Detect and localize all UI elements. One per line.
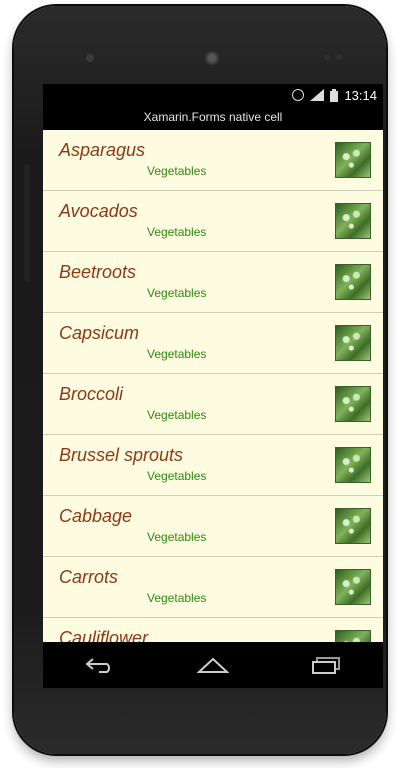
item-thumbnail-image bbox=[335, 264, 371, 300]
recent-apps-icon bbox=[312, 657, 341, 674]
item-thumbnail-image bbox=[335, 142, 371, 178]
earpiece-speaker bbox=[204, 50, 220, 66]
item-category: Vegetables bbox=[147, 286, 207, 300]
signal-icon bbox=[310, 89, 325, 101]
item-thumbnail-image bbox=[335, 325, 371, 361]
item-thumbnail-image bbox=[335, 203, 371, 239]
item-category: Vegetables bbox=[147, 164, 207, 178]
item-category: Vegetables bbox=[147, 347, 207, 361]
home-button[interactable] bbox=[190, 650, 236, 680]
volume-button bbox=[24, 164, 30, 282]
phone-frame: 13:14 Xamarin.Forms native cell Asparagu… bbox=[14, 6, 386, 754]
screen: 13:14 Xamarin.Forms native cell Asparagu… bbox=[43, 84, 383, 688]
list-item[interactable]: Beetroots Vegetables bbox=[43, 252, 383, 313]
navigation-bar bbox=[43, 642, 383, 688]
item-name: Beetroots bbox=[59, 262, 137, 282]
item-name: Brussel sprouts bbox=[59, 445, 184, 465]
proximity-sensor bbox=[324, 54, 330, 60]
item-thumbnail-image bbox=[335, 630, 371, 642]
item-category: Vegetables bbox=[147, 408, 207, 422]
home-icon bbox=[196, 657, 229, 673]
item-thumbnail-image bbox=[335, 447, 371, 483]
item-name: Cauliflower bbox=[59, 628, 149, 642]
list-item[interactable]: Avocados Vegetables bbox=[43, 191, 383, 252]
item-name: Cabbage bbox=[59, 506, 133, 526]
item-thumbnail-image bbox=[335, 508, 371, 544]
list-item[interactable]: Asparagus Vegetables bbox=[43, 130, 383, 191]
item-name: Capsicum bbox=[59, 323, 140, 343]
item-category: Vegetables bbox=[147, 530, 207, 544]
alarm-icon bbox=[292, 89, 305, 101]
item-name: Carrots bbox=[59, 567, 119, 587]
vegetable-list[interactable]: Asparagus Vegetables Avocados Vegetables… bbox=[43, 130, 383, 642]
battery-icon bbox=[330, 88, 339, 102]
list-item[interactable]: Brussel sprouts Vegetables bbox=[43, 435, 383, 496]
list-item[interactable]: Carrots Vegetables bbox=[43, 557, 383, 618]
item-thumbnail-image bbox=[335, 386, 371, 422]
app-title: Xamarin.Forms native cell bbox=[143, 110, 283, 124]
item-thumbnail-image bbox=[335, 569, 371, 605]
item-name: Avocados bbox=[59, 201, 138, 221]
back-button[interactable] bbox=[77, 650, 123, 680]
item-name: Asparagus bbox=[59, 140, 146, 160]
list-item[interactable]: Cabbage Vegetables bbox=[43, 496, 383, 557]
item-category: Vegetables bbox=[147, 591, 207, 605]
recent-apps-button[interactable] bbox=[303, 650, 349, 680]
list-item[interactable]: Broccoli Vegetables bbox=[43, 374, 383, 435]
item-name: Broccoli bbox=[59, 384, 124, 404]
list-item[interactable]: Capsicum Vegetables bbox=[43, 313, 383, 374]
item-category: Vegetables bbox=[147, 469, 207, 483]
front-camera bbox=[86, 54, 94, 62]
back-icon bbox=[85, 658, 110, 673]
status-time: 13:14 bbox=[344, 87, 377, 103]
item-category: Vegetables bbox=[147, 225, 207, 239]
light-sensor bbox=[336, 54, 342, 60]
status-bar: 13:14 bbox=[43, 84, 383, 106]
list-item[interactable]: Cauliflower bbox=[43, 618, 383, 642]
